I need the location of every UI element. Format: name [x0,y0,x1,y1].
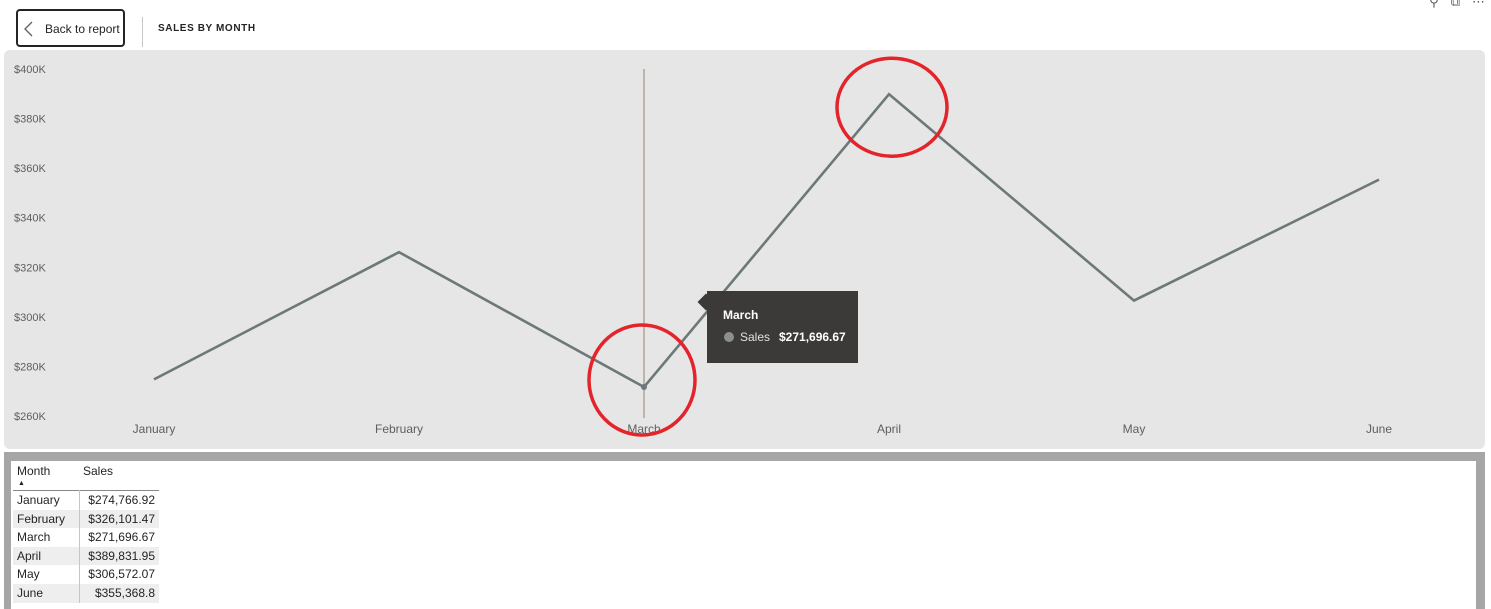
table-header-row: Month ▲ Sales [13,461,159,491]
x-tick-label: January [133,422,176,436]
table-cell-month: February [13,509,80,529]
y-tick-label: $300K [14,312,46,324]
annotation-circle [587,323,697,437]
table-panel: Month ▲ Sales January $274,766.92 February… [11,461,1476,609]
table-cell-sales: $306,572.07 [88,567,155,582]
y-tick-label: $280K [14,361,46,373]
table-cell-sales: $355,368.8 [79,583,159,603]
data-point-marker [641,384,647,391]
chevron-left-icon [24,21,33,37]
filter-icon[interactable]: ⚲ [1429,0,1439,10]
top-bar: Back to report SALES BY MONTH ⚲ ⧉ ⋯ [0,0,1491,50]
back-button-label: Back to report [45,22,120,36]
page-title: SALES BY MONTH [158,23,256,34]
focus-icon[interactable]: ⧉ [1451,0,1460,10]
sort-ascending-icon[interactable]: ▲ [18,480,25,487]
x-tick-label: May [1123,422,1146,436]
visual-header-icons: ⚲ ⧉ ⋯ [1429,0,1485,10]
y-tick-label: $320K [14,262,46,274]
tooltip-title: March [723,308,759,322]
x-tick-label: April [877,422,901,436]
tooltip-series-name: Sales [740,330,771,344]
sales-table: Month ▲ Sales January $274,766.92 February… [13,461,159,603]
table-row[interactable]: April $389,831.95 [13,546,159,566]
y-tick-label: $400K [14,64,46,76]
tooltip-value: $271,696.67 [779,330,846,344]
table-cell-sales: $389,831.95 [79,546,159,566]
sales-line-chart[interactable]: $260K $280K $300K $320K $340K $360K $380K $400K… [4,50,1485,449]
table-cell-month: March [13,528,80,547]
table-cell-sales: $274,766.92 [88,493,155,507]
y-tick-label: $380K [14,114,46,126]
tooltip-series-swatch [724,332,734,342]
more-options-icon[interactable]: ⋯ [1472,0,1485,10]
x-tick-label: June [1366,422,1392,436]
y-tick-label: $360K [14,163,46,175]
annotation-circle [835,56,949,158]
table-cell-month: May [13,565,80,584]
table-row[interactable]: May $306,572.07 [13,565,159,584]
table-row[interactable]: June $355,368.8 [13,583,159,603]
x-tick-label: February [375,422,423,436]
table-row[interactable]: January $274,766.92 [13,490,159,510]
table-cell-sales: $326,101.47 [79,509,159,529]
y-tick-label: $340K [14,213,46,225]
chart-tooltip: March Sales $271,696.67 [707,291,858,363]
table-cell-month: June [13,583,80,603]
table-row[interactable]: February $326,101.47 [13,509,159,529]
back-to-report-button[interactable]: Back to report [16,9,125,47]
table-cell-month: April [13,546,80,566]
line-chart-panel: $260K $280K $300K $320K $340K $360K $380K $400K… [4,50,1485,449]
column-header-month[interactable]: Month ▲ [13,461,79,491]
header-divider [142,17,143,47]
y-tick-label: $260K [14,411,46,423]
table-row[interactable]: March $271,696.67 [13,528,159,547]
table-cell-month: January [13,490,80,510]
column-header-sales[interactable]: Sales [79,461,159,491]
table-cell-sales: $271,696.67 [88,530,155,545]
